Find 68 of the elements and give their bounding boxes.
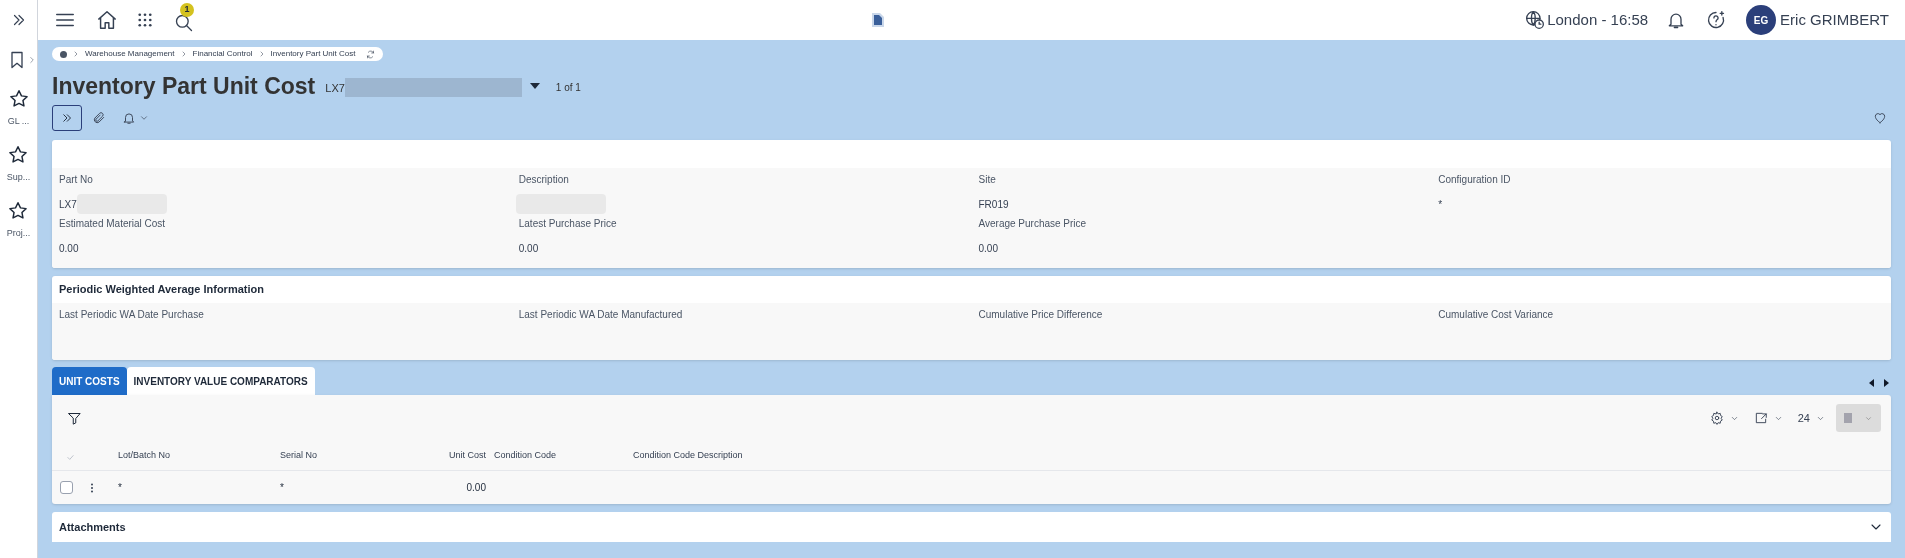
- field-value: 0.00: [518, 241, 539, 256]
- section-title: Attachments: [59, 519, 126, 535]
- favorite-label[interactable]: GL ...: [7, 115, 30, 129]
- field-label: Site: [978, 173, 997, 187]
- favorite-label[interactable]: Sup...: [6, 171, 31, 185]
- heart-icon[interactable]: [1873, 111, 1887, 125]
- field-value: *: [1438, 197, 1443, 212]
- field-label: Cumulative Cost Variance: [1438, 308, 1555, 322]
- globe-clock-icon[interactable]: [1525, 10, 1546, 30]
- record-count: 1 of 1: [555, 81, 581, 95]
- star-icon[interactable]: [7, 200, 30, 222]
- expand-button[interactable]: [52, 105, 82, 131]
- tab[interactable]: UNIT COSTS: [52, 367, 127, 395]
- tab[interactable]: INVENTORY VALUE COMPARATORS: [126, 367, 315, 395]
- help-icon[interactable]: [1706, 10, 1727, 30]
- row-checkbox[interactable]: [60, 481, 73, 494]
- table-cell: 0.00: [466, 482, 486, 493]
- table-cell: *: [118, 482, 122, 493]
- user-avatar[interactable]: EG: [1746, 5, 1777, 35]
- record-key: LX7: [325, 79, 345, 97]
- chevron-right-icon: [72, 50, 80, 58]
- breadcrumb-link[interactable]: Warehouse Management: [85, 48, 175, 60]
- paperclip-icon[interactable]: [92, 111, 106, 125]
- field-label: Cumulative Price Difference: [978, 308, 1104, 322]
- home-icon[interactable]: [96, 9, 118, 31]
- settings-icon[interactable]: [1709, 411, 1724, 425]
- scroll-left-icon[interactable]: [1869, 379, 1874, 387]
- field-value: 0.00: [978, 241, 998, 256]
- field-label: Part No: [59, 173, 94, 187]
- export-icon[interactable]: [1753, 411, 1768, 425]
- field-label: Description: [518, 173, 570, 187]
- column-header[interactable]: Unit Cost: [396, 448, 490, 463]
- field-label: Last Periodic WA Date Manufactured: [518, 308, 684, 322]
- section-title: Periodic Weighted Average Information: [58, 282, 265, 298]
- field-value: 0.00: [59, 241, 79, 256]
- bell-icon[interactable]: [122, 111, 136, 125]
- page-size-value[interactable]: 24: [1797, 409, 1810, 427]
- location-time[interactable]: London - 16:58: [1547, 8, 1649, 32]
- dropdown-arrow-icon[interactable]: [529, 83, 540, 89]
- field-value: LX7: [59, 197, 77, 212]
- scroll-right-icon[interactable]: [1884, 379, 1889, 387]
- column-header[interactable]: Serial No: [276, 448, 396, 463]
- filter-icon[interactable]: [67, 410, 82, 426]
- star-icon[interactable]: [7, 88, 30, 110]
- apps-icon[interactable]: [136, 11, 154, 29]
- user-name[interactable]: Eric GRIMBERT: [1780, 8, 1889, 32]
- double-chevron-icon: [60, 111, 74, 125]
- column-header[interactable]: Condition Code: [490, 448, 629, 463]
- view-icon: [1844, 413, 1852, 423]
- star-icon[interactable]: [7, 144, 30, 166]
- page-title: Inventory Part Unit Cost: [52, 71, 316, 101]
- field-label: Latest Purchase Price: [518, 217, 618, 231]
- field-value: FR019: [978, 197, 1009, 212]
- favorite-label[interactable]: Proj...: [6, 227, 31, 241]
- field-label: Configuration ID: [1438, 173, 1512, 187]
- field-label: Last Periodic WA Date Purchase: [59, 308, 205, 322]
- notification-badge: 1: [180, 3, 194, 17]
- attachments-header[interactable]: Attachments: [52, 512, 1891, 542]
- breadcrumb-link[interactable]: Financial Control: [192, 48, 253, 60]
- search-icon[interactable]: [174, 13, 194, 33]
- field-label: Average Purchase Price: [978, 217, 1088, 231]
- field-label: Estimated Material Cost: [59, 217, 167, 231]
- column-header[interactable]: Condition Code Description: [629, 448, 829, 463]
- table-cell: *: [280, 482, 284, 493]
- refresh-icon[interactable]: [366, 49, 376, 59]
- column-header[interactable]: Lot/Batch No: [114, 448, 276, 463]
- logo-icon[interactable]: [870, 11, 886, 29]
- breadcrumb-link[interactable]: Inventory Part Unit Cost: [270, 48, 356, 60]
